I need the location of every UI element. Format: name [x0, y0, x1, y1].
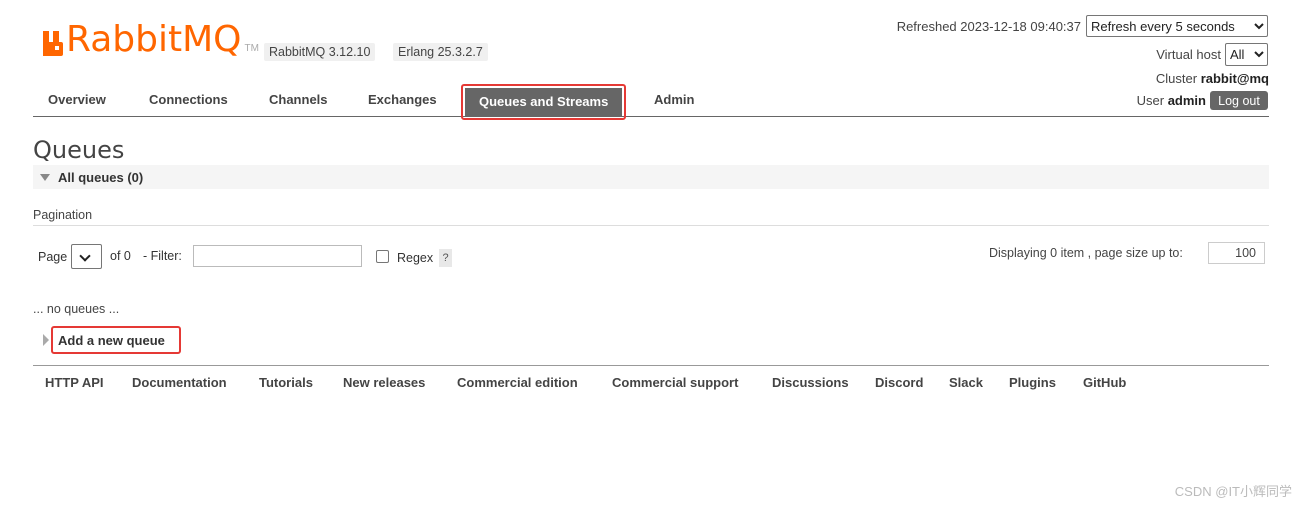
footer-link-commercial-edition[interactable]: Commercial edition [457, 375, 578, 390]
pagination-heading: Pagination [33, 208, 93, 222]
filter-input[interactable] [193, 245, 362, 267]
regex-checkbox[interactable] [376, 250, 389, 263]
tab-connections[interactable]: Connections [149, 84, 228, 116]
rabbitmq-version-badge: RabbitMQ 3.12.10 [264, 43, 376, 61]
virtual-host-select[interactable]: All [1225, 43, 1268, 66]
footer-link-github[interactable]: GitHub [1083, 375, 1126, 390]
main-nav: Overview Connections Channels Exchanges … [33, 84, 1269, 120]
erlang-version-badge: Erlang 25.3.2.7 [393, 43, 488, 61]
tab-admin[interactable]: Admin [654, 84, 694, 116]
footer-link-discord[interactable]: Discord [875, 375, 923, 390]
no-queues-message: ... no queues ... [33, 302, 120, 316]
rabbitmq-logo[interactable]: RabbitMQ TM [43, 19, 259, 60]
virtual-host-label: Virtual host [1156, 47, 1221, 62]
tab-channels[interactable]: Channels [269, 84, 328, 116]
filter-label: - Filter: [143, 249, 182, 263]
displaying-info: Displaying 0 item , page size up to: [989, 246, 1183, 260]
all-queues-label: All queues (0) [58, 170, 144, 185]
add-new-queue-toggle[interactable]: Add a new queue [58, 333, 165, 348]
pagination-divider [33, 225, 1269, 226]
logo-text: RabbitMQ [66, 19, 242, 60]
page-title: Queues [33, 136, 125, 164]
rabbitmq-logo-icon [43, 28, 63, 56]
rabbitmq-management-page: RabbitMQ TM RabbitMQ 3.12.10 Erlang 25.3… [0, 0, 1302, 509]
tab-overview[interactable]: Overview [48, 84, 106, 116]
footer-divider [33, 365, 1269, 366]
tab-queues-and-streams-label: Queues and Streams [465, 88, 623, 116]
page-select[interactable] [71, 244, 102, 269]
footer-link-commercial-support[interactable]: Commercial support [612, 375, 738, 390]
footer-link-plugins[interactable]: Plugins [1009, 375, 1056, 390]
refreshed-timestamp: Refreshed 2023-12-18 09:40:37 [896, 19, 1081, 34]
page-label: Page [38, 250, 68, 264]
page-count-label: of 0 [110, 249, 131, 263]
footer-link-http-api[interactable]: HTTP API [45, 375, 104, 390]
footer-link-new-releases[interactable]: New releases [343, 375, 425, 390]
footer-link-discussions[interactable]: Discussions [772, 375, 849, 390]
regex-label: Regex [397, 251, 434, 265]
page-size-input[interactable]: 100 [1208, 242, 1265, 264]
refresh-interval-select[interactable]: Refresh every 5 seconds [1086, 15, 1268, 37]
watermark: CSDN @IT小辉同学 [1174, 484, 1292, 499]
expand-triangle-icon [43, 334, 49, 346]
footer-link-documentation[interactable]: Documentation [132, 375, 227, 390]
regex-help-button[interactable]: ? [439, 249, 452, 267]
tab-exchanges[interactable]: Exchanges [368, 84, 437, 116]
footer-link-tutorials[interactable]: Tutorials [259, 375, 313, 390]
all-queues-section-toggle[interactable]: All queues (0) [33, 165, 1269, 189]
logo-trademark: TM [244, 43, 259, 54]
tab-queues-and-streams[interactable]: Queues and Streams [461, 84, 627, 120]
footer-link-slack[interactable]: Slack [949, 375, 983, 390]
chevron-down-icon [79, 250, 91, 262]
collapse-triangle-icon [40, 174, 50, 181]
